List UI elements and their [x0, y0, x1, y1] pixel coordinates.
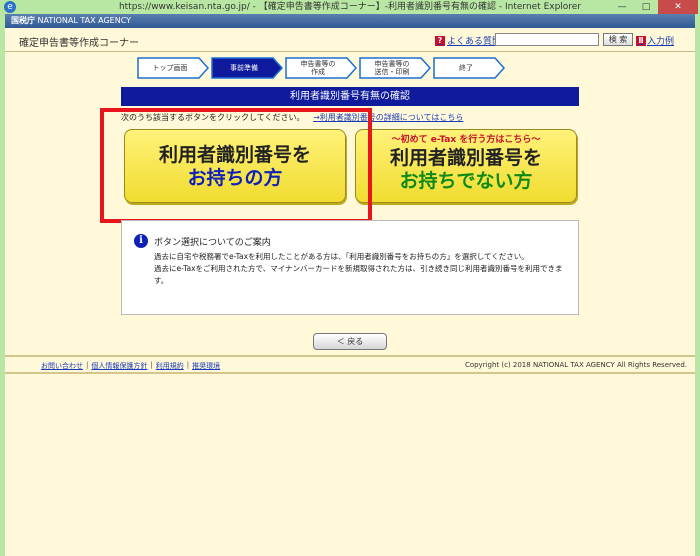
faq-link[interactable]: ? よくある質問 [435, 34, 501, 47]
step-label: 申告書等の 作成 [300, 60, 336, 76]
info-icon: i [134, 234, 148, 248]
footer-link-privacy[interactable]: 個人情報保護方針 [91, 361, 147, 371]
page-content: 国税庁 NATIONAL TAX AGENCY 確定申告書等作成コーナー ? よ… [5, 14, 695, 556]
close-button[interactable]: ✕ [658, 0, 698, 14]
step-label: 終了 [459, 64, 473, 72]
footer-link-environment[interactable]: 推奨環境 [192, 361, 220, 371]
window-title: https://www.keisan.nta.go.jp/ - 【確定申告書等作… [118, 2, 582, 12]
step-preparation: 事前準備 [211, 57, 283, 79]
question-icon: ? [435, 35, 445, 46]
search-input[interactable] [495, 33, 599, 46]
agency-logo[interactable]: 国税庁 [11, 16, 35, 25]
no-id-subtitle: ～初めて e-Tax を行う方はこちら～ [391, 135, 541, 145]
info-box: i ボタン選択についてのご案内 過去に自宅や税務署でe-Taxを利用したことがあ… [121, 220, 579, 315]
footer-separator: | [150, 361, 153, 369]
agency-name: NATIONAL TAX AGENCY [37, 16, 132, 25]
site-title: 確定申告書等作成コーナー [19, 38, 139, 49]
no-id-line2: お持ちでない方 [399, 170, 533, 192]
step-label: 事前準備 [230, 64, 258, 72]
back-button[interactable]: ＜ 戻る [313, 333, 387, 350]
maximize-button[interactable]: □ [634, 0, 658, 14]
footer-link-terms[interactable]: 利用規約 [156, 361, 184, 371]
window-titlebar: e https://www.keisan.nta.go.jp/ - 【確定申告書… [0, 0, 700, 14]
info-title: ボタン選択についてのご案内 [154, 238, 271, 248]
info-paragraph-2: 過去にe-Taxをご利用された方で、マイナンバーカードを新規取得された方は、引き… [154, 264, 563, 285]
step-label: トップ画面 [152, 64, 188, 72]
internet-explorer-icon: e [4, 1, 16, 13]
footer-divider [5, 355, 695, 357]
progress-steps: トップ画面 事前準備 申告書等の 作成 申告書等の 送信・印刷 終了 [137, 57, 505, 79]
step-send-print: 申告書等の 送信・印刷 [359, 57, 431, 79]
footer-links: お問い合わせ | 個人情報保護方針 | 利用規約 | 推奨環境 [41, 361, 220, 371]
footer-separator: | [186, 361, 190, 369]
minimize-button[interactable]: — [610, 0, 634, 14]
search-button[interactable]: 検 索 [603, 33, 633, 46]
highlight-frame [100, 108, 372, 223]
page-title: 利用者識別番号有無の確認 [121, 87, 579, 106]
no-id-line1: 利用者識別番号を [389, 147, 542, 169]
example-icon: Ⅱ [636, 35, 646, 46]
info-paragraph-1: 過去に自宅や税務署でe-Taxを利用したことがある方は、「利用者識別番号をお持ち… [154, 252, 529, 261]
step-label: 申告書等の 送信・印刷 [374, 60, 410, 76]
step-top: トップ画面 [137, 57, 209, 79]
example-label: 入力例 [647, 37, 675, 47]
step-create: 申告書等の 作成 [285, 57, 357, 79]
info-text: 過去に自宅や税務署でe-Taxを利用したことがある方は、「利用者識別番号をお持ち… [154, 251, 564, 287]
step-finish: 終了 [433, 57, 505, 79]
copyright: Copyright (c) 2018 NATIONAL TAX AGENCY A… [464, 361, 687, 369]
agency-bar: 国税庁 NATIONAL TAX AGENCY [5, 14, 695, 28]
no-id-button[interactable]: ～初めて e-Tax を行う方はこちら～ 利用者識別番号を お持ちでない方 [355, 129, 577, 203]
window-controls: — □ ✕ [610, 0, 698, 14]
footer-link-contact[interactable]: お問い合わせ [41, 361, 83, 371]
footer-divider-bottom [5, 372, 695, 374]
footer-separator: | [86, 361, 89, 369]
footer: お問い合わせ | 個人情報保護方針 | 利用規約 | 推奨環境 Copyrigh… [5, 359, 695, 371]
site-header: 確定申告書等作成コーナー ? よくある質問 検 索 Ⅱ 入力例 [5, 28, 695, 52]
example-link[interactable]: Ⅱ 入力例 [636, 34, 674, 47]
faq-label: よくある質問 [447, 37, 502, 47]
